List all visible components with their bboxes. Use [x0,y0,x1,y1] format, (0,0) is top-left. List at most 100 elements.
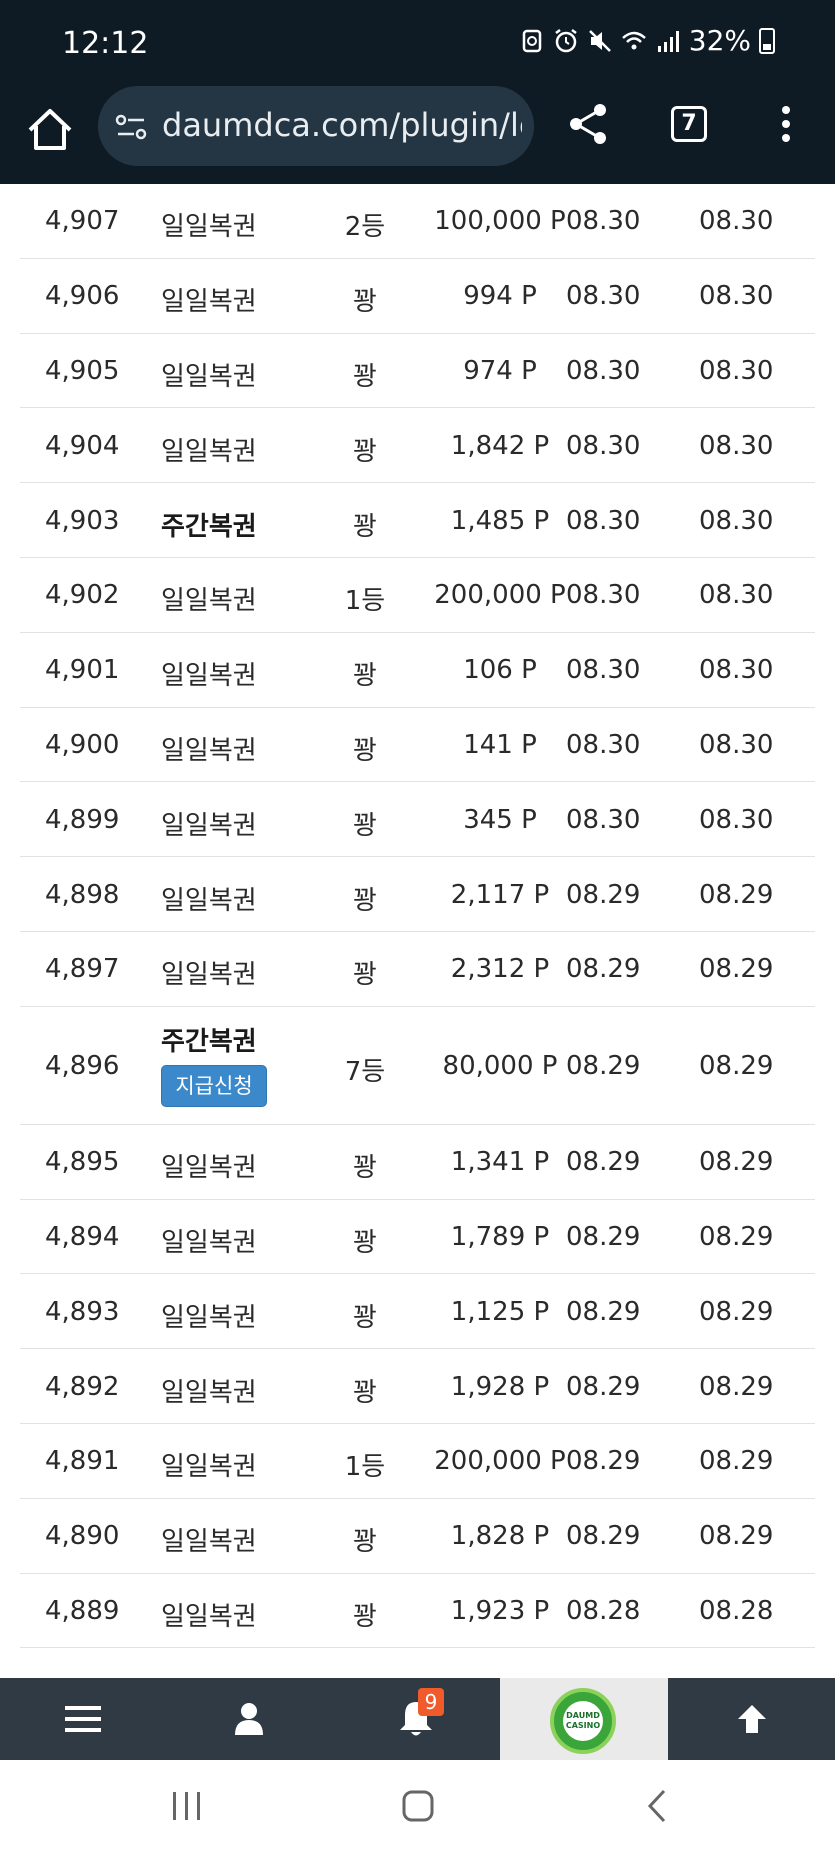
row-number: 4,890 [45,1521,120,1552]
status-bar: 12:12 32% [0,0,835,82]
nav-user-button[interactable] [166,1678,332,1760]
row-amount: 974 P [463,355,537,386]
row-lottery-type: 일일복권 [161,661,257,692]
row-rank: 꽝 [353,960,377,991]
row-rank: 꽝 [353,735,377,766]
row-date-result: 08.28 [699,1595,774,1626]
row-date-result: 08.30 [699,729,774,760]
row-date-result: 08.29 [699,954,774,985]
row-date-issued: 08.30 [566,580,641,611]
table-row: 4,901 일일복권 꽝 106 P 08.30 08.30 [20,633,815,708]
table-row: 4,900 일일복권 꽝 141 P 08.30 08.30 [20,708,815,783]
url-text[interactable]: daumdca.com/plugin/lc [162,106,522,144]
row-date-issued: 08.28 [566,1595,641,1626]
notification-badge: 9 [418,1688,444,1716]
table-row: 4,890 일일복권 꽝 1,828 P 08.29 08.29 [20,1499,815,1574]
table-row: 4,905 일일복권 꽝 974 P 08.30 08.30 [20,334,815,409]
row-number: 4,900 [45,729,120,760]
nav-logo-button[interactable]: DAUMD CASINO [500,1678,668,1760]
row-amount: 1,828 P [450,1521,550,1552]
row-date-issued: 08.29 [566,1296,641,1327]
address-bar[interactable]: daumdca.com/plugin/lc [98,86,534,166]
site-settings-icon[interactable] [114,112,148,142]
row-lottery-type: 일일복권 [161,1302,257,1333]
table-row: 4,893 일일복권 꽝 1,125 P 08.29 08.29 [20,1274,815,1350]
arrow-up-icon [737,1705,766,1733]
table-row: 4,891 일일복권 1등 200,000 P 08.29 08.29 [20,1424,815,1499]
row-rank: 꽝 [353,1227,377,1258]
row-rank: 1등 [344,586,386,617]
signal-icon [657,30,679,52]
scroll-top-button[interactable] [668,1678,835,1760]
home-nav-icon[interactable] [401,1788,435,1824]
row-lottery-type: 일일복권 [161,960,257,991]
home-icon[interactable] [22,102,78,158]
row-date-result: 08.29 [699,1446,774,1477]
row-amount: 1,789 P [450,1221,550,1252]
row-amount: 80,000 P [442,1050,558,1081]
row-lottery-type: 일일복권 [161,810,257,841]
row-amount: 1,125 P [450,1296,550,1327]
row-date-result: 08.30 [699,580,774,611]
back-icon[interactable] [640,1788,674,1824]
battery-icon [759,27,775,54]
row-rank: 꽝 [353,1601,377,1632]
row-date-result: 08.29 [699,1147,774,1178]
row-number: 4,895 [45,1147,120,1178]
row-rank: 꽝 [353,1153,377,1184]
table-row: 4,899 일일복권 꽝 345 P 08.30 08.30 [20,782,815,858]
row-date-issued: 08.30 [566,655,641,686]
row-date-issued: 08.29 [566,1521,641,1552]
more-options-icon[interactable] [780,104,792,144]
row-lottery-type: 일일복권 [161,1527,257,1558]
row-lottery-type: 일일복권 [161,735,257,766]
row-date-issued: 08.29 [566,1446,641,1477]
row-amount: 2,312 P [450,954,550,985]
row-date-issued: 08.29 [566,1147,641,1178]
row-rank: 꽝 [353,436,377,467]
row-number: 4,892 [45,1371,120,1402]
row-lottery-type: 일일복권 [161,287,257,318]
row-amount: 994 P [463,281,537,312]
browser-toolbar: daumdca.com/plugin/lc 7 [0,82,835,184]
row-rank: 꽝 [353,287,377,318]
row-date-result: 08.30 [699,655,774,686]
row-date-result: 08.29 [699,1371,774,1402]
table-row: 4,906 일일복권 꽝 994 P 08.30 08.30 [20,259,815,334]
row-date-result: 08.30 [699,804,774,835]
row-lottery-type: 일일복권 [161,212,257,243]
row-amount: 141 P [463,729,537,760]
row-number: 4,903 [45,505,120,536]
row-date-result: 08.29 [699,1221,774,1252]
row-number: 4,891 [45,1446,120,1477]
nav-menu-button[interactable] [0,1678,166,1760]
row-lottery-type: 일일복권 [161,1153,257,1184]
row-number: 4,907 [45,206,120,237]
row-amount: 200,000 P [434,580,566,611]
row-amount: 1,928 P [450,1371,550,1402]
row-amount: 2,117 P [450,879,550,910]
row-date-issued: 08.30 [566,729,641,760]
row-number: 4,899 [45,804,120,835]
nav-notifications-button[interactable]: 9 [332,1678,500,1760]
share-icon[interactable] [566,102,610,146]
bottom-nav: 9 DAUMD CASINO [0,1678,835,1760]
row-amount: 1,923 P [450,1595,550,1626]
row-rank: 꽝 [353,1527,377,1558]
row-rank: 7등 [344,1056,386,1087]
row-number: 4,904 [45,430,120,461]
table-row: 4,897 일일복권 꽝 2,312 P 08.29 08.29 [20,932,815,1007]
row-date-issued: 08.30 [566,281,641,312]
recent-apps-icon[interactable] [170,1788,204,1824]
row-number: 4,905 [45,355,120,386]
row-rank: 꽝 [353,361,377,392]
row-rank: 2등 [344,212,386,243]
daumd-casino-logo: DAUMD CASINO [550,1688,616,1754]
tabs-button[interactable]: 7 [671,106,707,142]
row-lottery-type: 일일복권 [161,586,257,617]
row-rank: 꽝 [353,810,377,841]
row-number: 4,894 [45,1221,120,1252]
row-lottery-type: 일일복권 [161,1377,257,1408]
claim-payout-button[interactable]: 지급신청 [161,1064,267,1107]
table-row: 4,895 일일복권 꽝 1,341 P 08.29 08.29 [20,1125,815,1200]
